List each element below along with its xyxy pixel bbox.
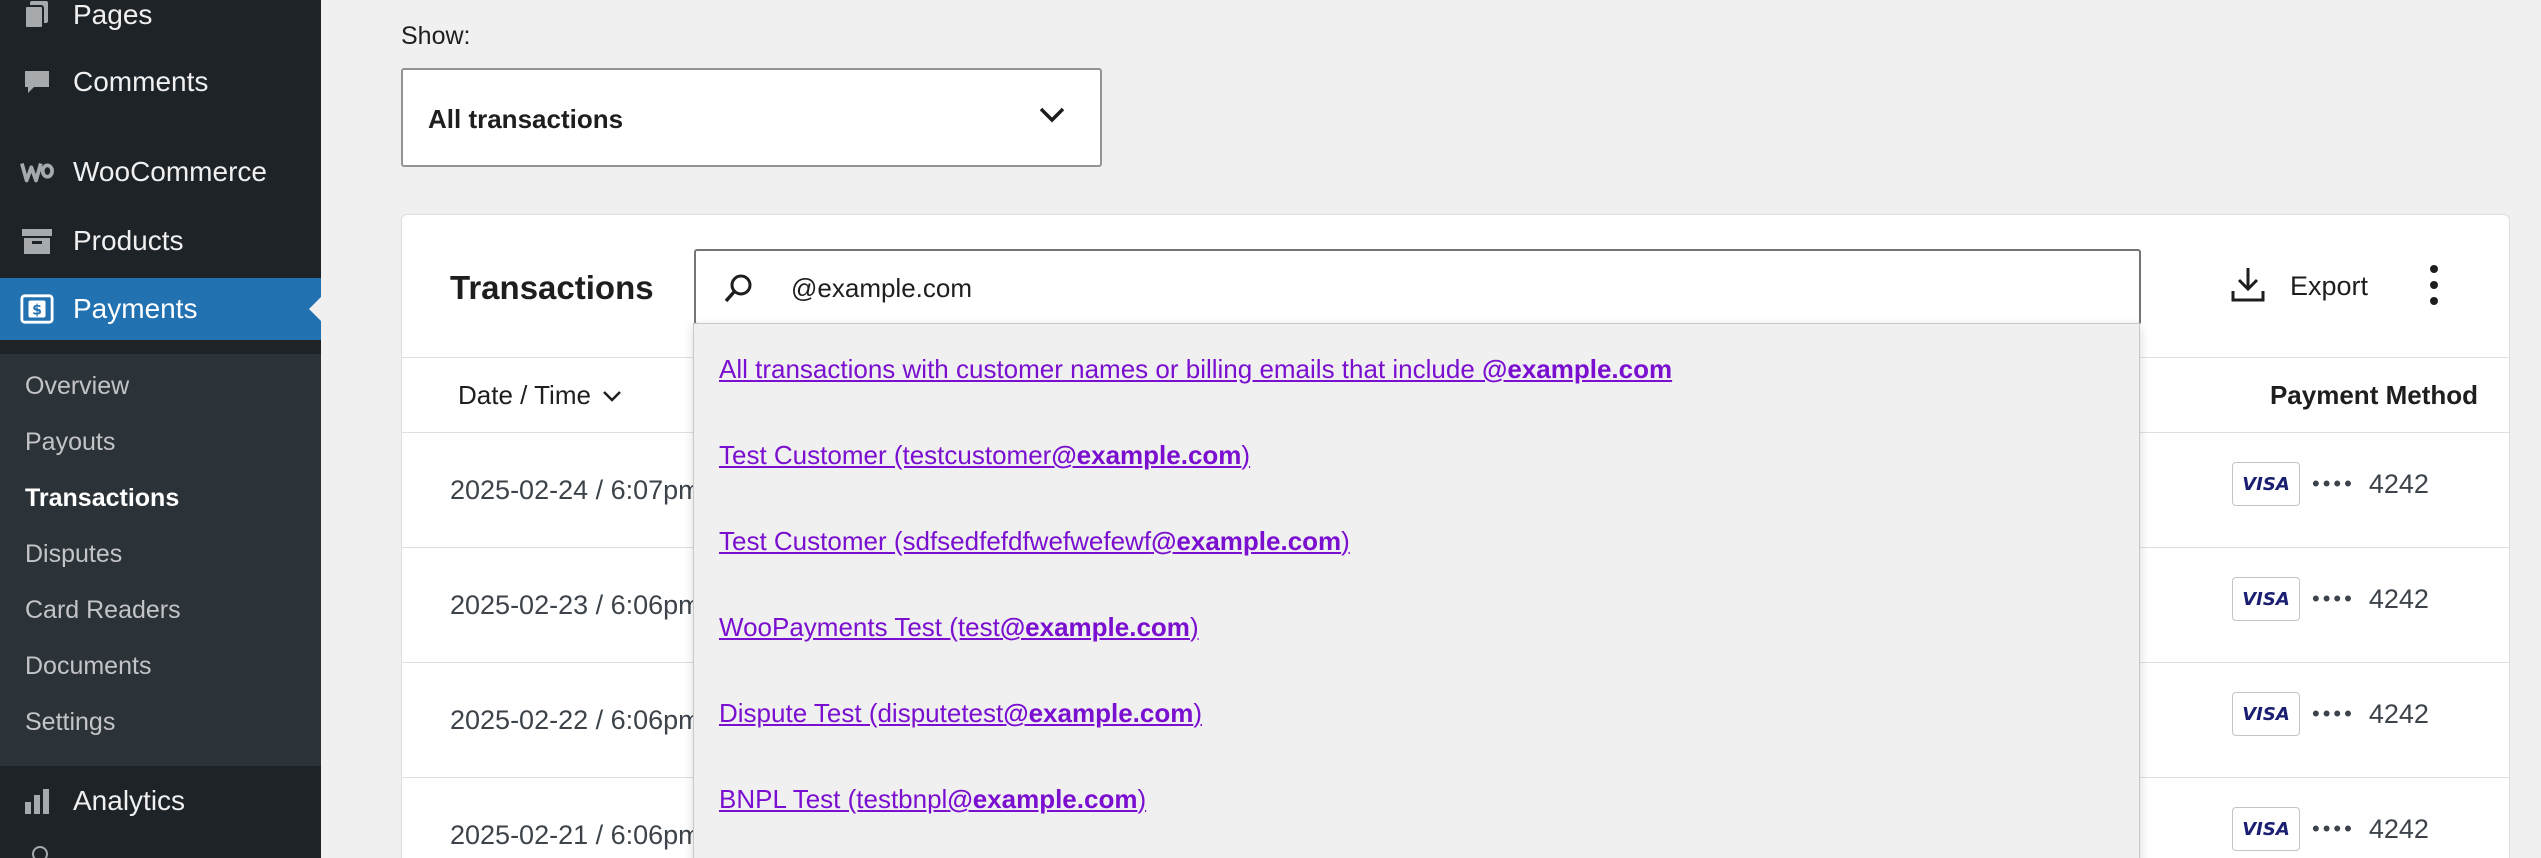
analytics-icon [20, 784, 54, 818]
woocommerce-icon [20, 155, 54, 189]
menu-label: WooCommerce [73, 156, 267, 187]
admin-sidebar: Pages Comments WooCommerce Products $ Pa… [0, 0, 321, 858]
submenu-item-transactions[interactable]: Transactions [25, 484, 179, 513]
svg-text:$: $ [32, 303, 42, 319]
chevron-down-icon [603, 390, 621, 402]
column-header-date[interactable]: Date / Time [458, 380, 623, 411]
masked-digits: •••• [2312, 701, 2355, 726]
menu-item-pages[interactable]: Pages [0, 0, 321, 46]
menu-label: Comments [73, 66, 209, 97]
payment-method-cell: VISA •••• 4242 [2232, 807, 2429, 851]
payments-icon: $ [20, 292, 54, 326]
menu-label: Payments [73, 293, 198, 324]
row-date: 2025-02-24 / 6:07pm [450, 475, 701, 505]
row-date: 2025-02-23 / 6:06pm [450, 590, 701, 620]
search-icon [722, 271, 756, 310]
pages-icon [20, 0, 54, 32]
payment-method-cell: VISA •••• 4242 [2232, 577, 2429, 621]
chevron-down-icon [1038, 106, 1066, 129]
menu-label: Pages [73, 0, 153, 30]
masked-digits: •••• [2312, 471, 2355, 496]
visa-card-icon: VISA [2232, 577, 2300, 621]
card-last4: 4242 [2368, 468, 2429, 499]
suggestion-item[interactable]: Test Customer (testcustomer@example.com) [719, 440, 1250, 471]
search-input[interactable]: @example.com [694, 249, 2141, 325]
suggestion-item[interactable]: Dispute Test (disputetest@example.com) [719, 698, 1202, 729]
row-date: 2025-02-22 / 6:06pm [450, 705, 701, 735]
submenu-item-disputes[interactable]: Disputes [25, 540, 122, 569]
menu-item-analytics[interactable]: Analytics [0, 770, 321, 832]
users-icon [32, 846, 48, 858]
submenu-item-documents[interactable]: Documents [25, 652, 151, 681]
menu-item-products[interactable]: Products [0, 210, 321, 272]
show-filter-value: All transactions [428, 104, 624, 134]
payment-method-cell: VISA •••• 4242 [2232, 692, 2429, 736]
menu-item-comments[interactable]: Comments [0, 51, 321, 113]
masked-digits: •••• [2312, 816, 2355, 841]
download-icon [2230, 265, 2266, 308]
products-icon [20, 224, 54, 258]
suggestion-item[interactable]: WooPayments Test (test@example.com) [719, 612, 1199, 643]
show-filter-label: Show: [401, 22, 471, 50]
comments-icon [20, 65, 54, 99]
menu-label: Products [73, 225, 184, 256]
card-last4: 4242 [2368, 813, 2429, 844]
menu-item-payments[interactable]: $ Payments [0, 278, 321, 340]
submenu-item-settings[interactable]: Settings [25, 708, 115, 737]
suggestion-item[interactable]: Test Customer (sdfsedfefdfwefwefewf@exam… [719, 526, 1350, 557]
row-date: 2025-02-21 / 6:06pm [450, 820, 701, 850]
payments-submenu: Overview Payouts Transactions Disputes C… [0, 354, 321, 766]
visa-card-icon: VISA [2232, 692, 2300, 736]
menu-item-woocommerce[interactable]: WooCommerce [0, 141, 321, 203]
menu-label: Analytics [73, 785, 186, 816]
export-button[interactable]: Export [2230, 265, 2368, 308]
card-title: Transactions [450, 269, 654, 306]
submenu-item-overview[interactable]: Overview [25, 372, 129, 401]
visa-card-icon: VISA [2232, 807, 2300, 851]
submenu-item-payouts[interactable]: Payouts [25, 428, 115, 457]
column-header-date-label: Date / Time [458, 380, 591, 410]
search-suggestions-dropdown: All transactions with customer names or … [693, 323, 2140, 858]
card-last4: 4242 [2368, 583, 2429, 614]
visa-card-icon: VISA [2232, 462, 2300, 506]
export-label: Export [2290, 271, 2369, 301]
search-value: @example.com [791, 273, 973, 303]
submenu-item-card-readers[interactable]: Card Readers [25, 596, 181, 625]
column-header-payment-method[interactable]: Payment Method [2270, 380, 2478, 411]
payment-method-cell: VISA •••• 4242 [2232, 462, 2429, 506]
card-last4: 4242 [2368, 698, 2429, 729]
suggestion-item[interactable]: BNPL Test (testbnpl@example.com) [719, 784, 1146, 815]
masked-digits: •••• [2312, 586, 2355, 611]
show-filter-select[interactable]: All transactions [401, 68, 1102, 167]
more-options-icon[interactable] [2422, 263, 2446, 307]
suggestion-all-transactions[interactable]: All transactions with customer names or … [719, 354, 1672, 385]
